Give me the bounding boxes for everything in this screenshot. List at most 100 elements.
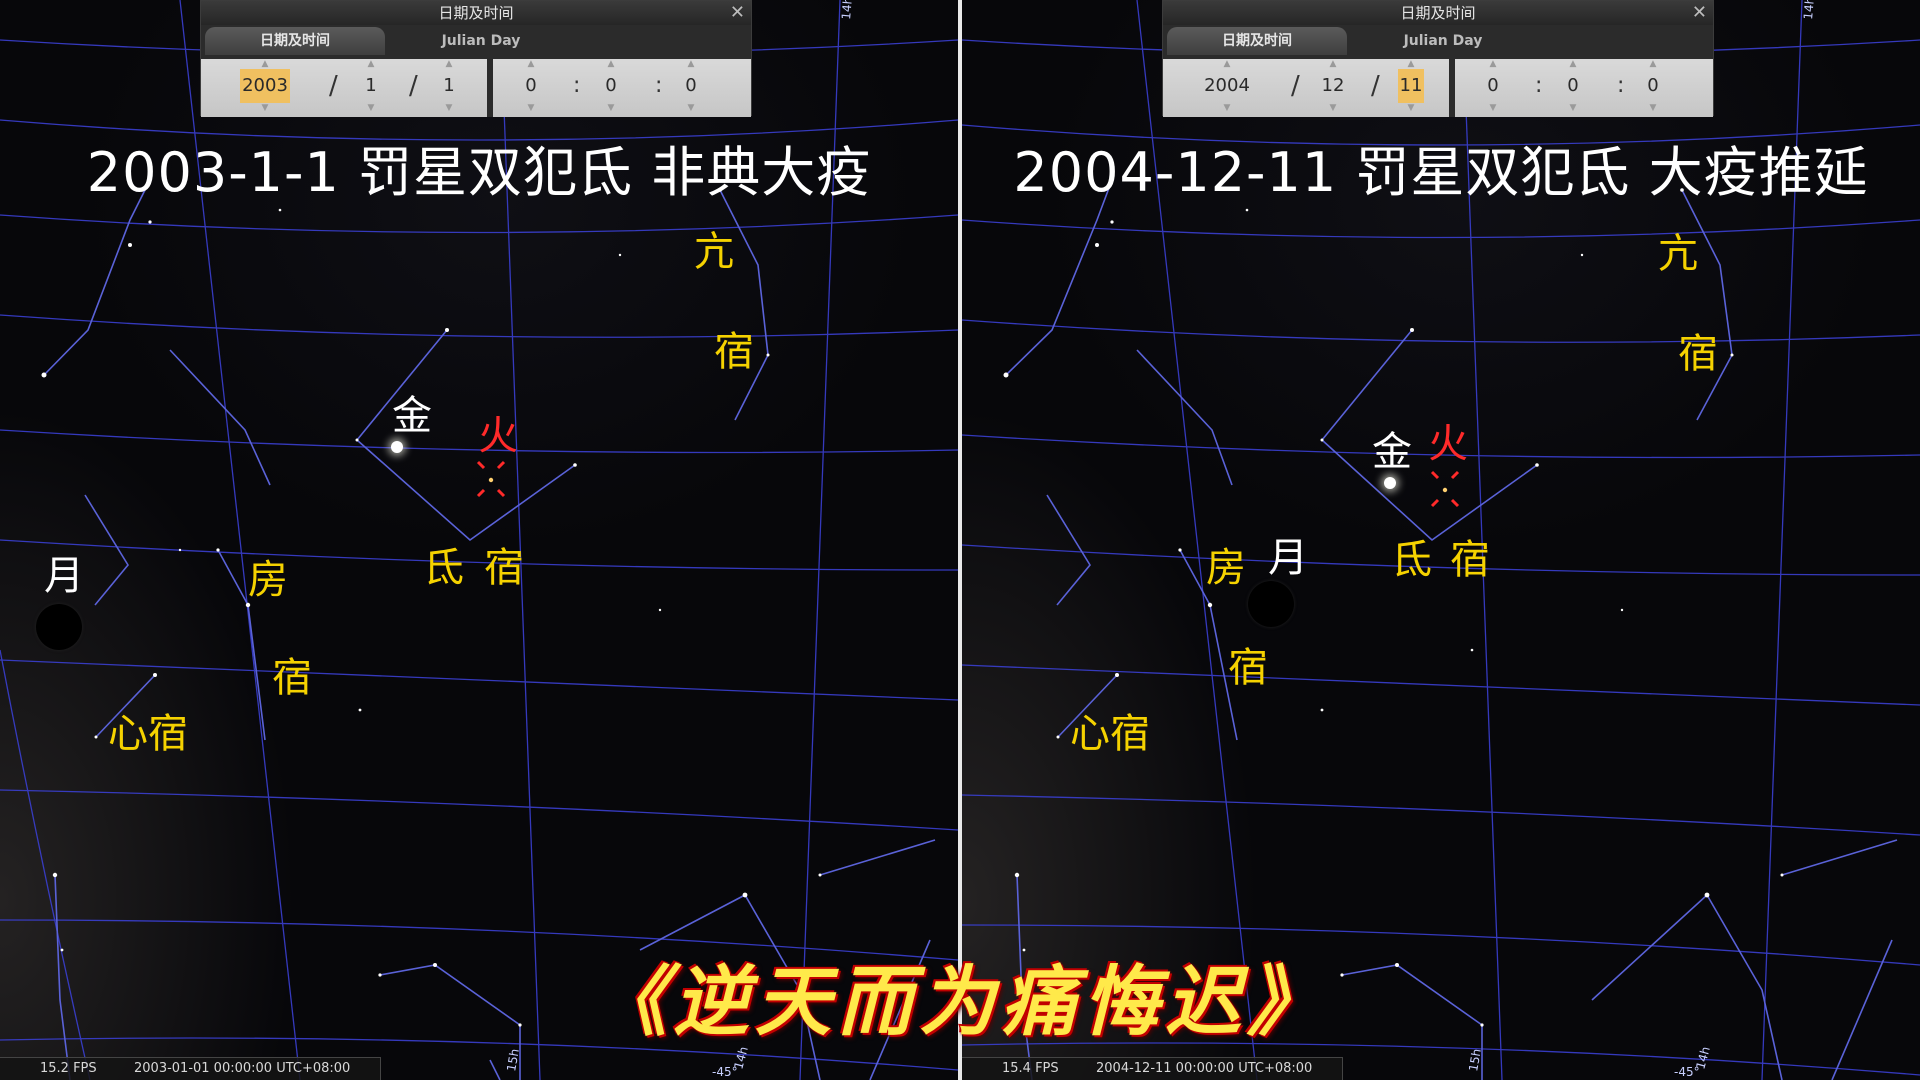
second-spinbox[interactable]: ▲ 0 ▼: [1623, 59, 1683, 117]
sky-view-left[interactable]: 14h 15h -45° 14h 日期及时间 ✕ 日期及时间 Julian Da…: [0, 0, 958, 1080]
label-fang-2: 宿: [1228, 645, 1268, 691]
label-kang-2: 宿: [714, 329, 754, 375]
date-separator: /: [409, 71, 418, 101]
down-arrow-icon[interactable]: ▼: [1303, 103, 1363, 113]
panel-heading: 2003-1-1 罚星双犯氐 非典大疫: [86, 141, 872, 204]
label-kang-2: 宿: [1678, 331, 1718, 377]
down-arrow-icon[interactable]: ▼: [581, 103, 641, 113]
tab-datetime[interactable]: 日期及时间: [1167, 27, 1347, 55]
up-arrow-icon[interactable]: ▲: [1303, 59, 1363, 69]
time-separator: :: [573, 73, 581, 98]
status-bar: 15.4 FPS 2004-12-11 00:00:00 UTC+08:00: [962, 1057, 1343, 1080]
label-moon: 月: [44, 553, 84, 599]
minute-value[interactable]: 0: [603, 69, 618, 103]
dialog-title: 日期及时间: [201, 1, 751, 25]
date-separator: /: [329, 71, 338, 101]
down-arrow-icon[interactable]: ▼: [1543, 103, 1603, 113]
dialog-divider: [1449, 59, 1455, 117]
dialog-title: 日期及时间: [1163, 1, 1713, 25]
year-value[interactable]: 2004: [1202, 69, 1252, 103]
label-mars: 火: [478, 413, 518, 459]
label-di-2: 宿: [484, 545, 524, 591]
dialog-tabs: 日期及时间 Julian Day: [201, 25, 751, 55]
close-icon[interactable]: ✕: [1692, 1, 1707, 25]
hour-spinbox[interactable]: ▲ 0 ▼: [501, 59, 561, 117]
down-arrow-icon[interactable]: ▼: [501, 103, 561, 113]
day-spinbox[interactable]: ▲ 1 ▼: [419, 59, 479, 117]
date-separator: /: [1291, 71, 1300, 101]
down-arrow-icon[interactable]: ▼: [341, 103, 401, 113]
time-separator: :: [1535, 73, 1543, 98]
date-separator: /: [1371, 71, 1380, 101]
down-arrow-icon[interactable]: ▼: [1623, 103, 1683, 113]
label-kang-1: 亢: [694, 229, 734, 275]
up-arrow-icon[interactable]: ▲: [341, 59, 401, 69]
label-di-1: 氐: [424, 545, 464, 591]
month-value[interactable]: 1: [363, 69, 378, 103]
day-value[interactable]: 1: [441, 69, 456, 103]
year-value[interactable]: 2003: [240, 69, 290, 103]
label-fang-1: 房: [1206, 545, 1246, 591]
fps-readout: 15.4 FPS: [1002, 1061, 1059, 1076]
status-bar: 15.2 FPS 2003-01-01 00:00:00 UTC+08:00: [0, 1057, 381, 1080]
down-arrow-icon[interactable]: ▼: [1191, 103, 1263, 113]
grid-label-ra: 14h: [1801, 0, 1817, 20]
up-arrow-icon[interactable]: ▲: [1381, 59, 1441, 69]
minute-spinbox[interactable]: ▲ 0 ▼: [581, 59, 641, 117]
year-spinbox[interactable]: ▲ 2004 ▼: [1191, 59, 1263, 117]
down-arrow-icon[interactable]: ▼: [419, 103, 479, 113]
label-xin: 心宿: [108, 711, 188, 757]
down-arrow-icon[interactable]: ▼: [229, 103, 301, 113]
mars-dot: [488, 477, 494, 483]
up-arrow-icon[interactable]: ▲: [1191, 59, 1263, 69]
tab-julian-day[interactable]: Julian Day: [1363, 27, 1523, 55]
hour-value[interactable]: 0: [523, 69, 538, 103]
datetime-dialog: 日期及时间 ✕ 日期及时间 Julian Day ▲ 2003 ▼ / ▲ 1 …: [200, 0, 752, 117]
hour-value[interactable]: 0: [1485, 69, 1500, 103]
grid-label-ra: 14h: [839, 0, 855, 20]
venus-marker[interactable]: [391, 441, 403, 453]
second-value[interactable]: 0: [683, 69, 698, 103]
moon-marker[interactable]: [36, 604, 82, 650]
venus-marker[interactable]: [1384, 477, 1396, 489]
datetime-fields: ▲ 2004 ▼ / ▲ 12 ▼ / ▲ 11 ▼ ▲ 0 ▼ : ▲ 0 ▼…: [1163, 59, 1713, 117]
label-fang-1: 房: [248, 557, 288, 603]
hour-spinbox[interactable]: ▲ 0 ▼: [1463, 59, 1523, 117]
up-arrow-icon[interactable]: ▲: [419, 59, 479, 69]
month-spinbox[interactable]: ▲ 12 ▼: [1303, 59, 1363, 117]
label-mars: 火: [1428, 421, 1468, 467]
label-moon: 月: [1268, 535, 1308, 581]
minute-value[interactable]: 0: [1565, 69, 1580, 103]
label-xin: 心宿: [1070, 711, 1150, 757]
up-arrow-icon[interactable]: ▲: [229, 59, 301, 69]
label-venus: 金: [1372, 429, 1412, 475]
day-value[interactable]: 11: [1397, 69, 1425, 103]
close-icon[interactable]: ✕: [730, 1, 745, 25]
up-arrow-icon[interactable]: ▲: [1543, 59, 1603, 69]
second-value[interactable]: 0: [1645, 69, 1660, 103]
tab-datetime[interactable]: 日期及时间: [205, 27, 385, 55]
dialog-tabs: 日期及时间 Julian Day: [1163, 25, 1713, 55]
down-arrow-icon[interactable]: ▼: [1463, 103, 1523, 113]
dialog-divider: [487, 59, 493, 117]
panel-heading: 2004-12-11 罚星双犯氐 大疫推延: [1013, 141, 1869, 204]
up-arrow-icon[interactable]: ▲: [1623, 59, 1683, 69]
day-spinbox[interactable]: ▲ 11 ▼: [1381, 59, 1441, 117]
sky-view-right[interactable]: 14h 15h -45° 14h 日期及时间 ✕ 日期及时间 Julian Da…: [962, 0, 1920, 1080]
up-arrow-icon[interactable]: ▲: [1463, 59, 1523, 69]
minute-spinbox[interactable]: ▲ 0 ▼: [1543, 59, 1603, 117]
up-arrow-icon[interactable]: ▲: [661, 59, 721, 69]
year-spinbox[interactable]: ▲ 2003 ▼: [229, 59, 301, 117]
video-caption: 《逆天而为痛悔迟》: [591, 957, 1329, 1046]
up-arrow-icon[interactable]: ▲: [501, 59, 561, 69]
tab-julian-day[interactable]: Julian Day: [401, 27, 561, 55]
moon-marker[interactable]: [1248, 581, 1294, 627]
second-spinbox[interactable]: ▲ 0 ▼: [661, 59, 721, 117]
down-arrow-icon[interactable]: ▼: [1381, 103, 1441, 113]
month-spinbox[interactable]: ▲ 1 ▼: [341, 59, 401, 117]
up-arrow-icon[interactable]: ▲: [581, 59, 641, 69]
down-arrow-icon[interactable]: ▼: [661, 103, 721, 113]
datetime-dialog: 日期及时间 ✕ 日期及时间 Julian Day ▲ 2004 ▼ / ▲ 12…: [1162, 0, 1714, 117]
datetime-readout: 2004-12-11 00:00:00 UTC+08:00: [1096, 1061, 1313, 1076]
month-value[interactable]: 12: [1320, 69, 1347, 103]
